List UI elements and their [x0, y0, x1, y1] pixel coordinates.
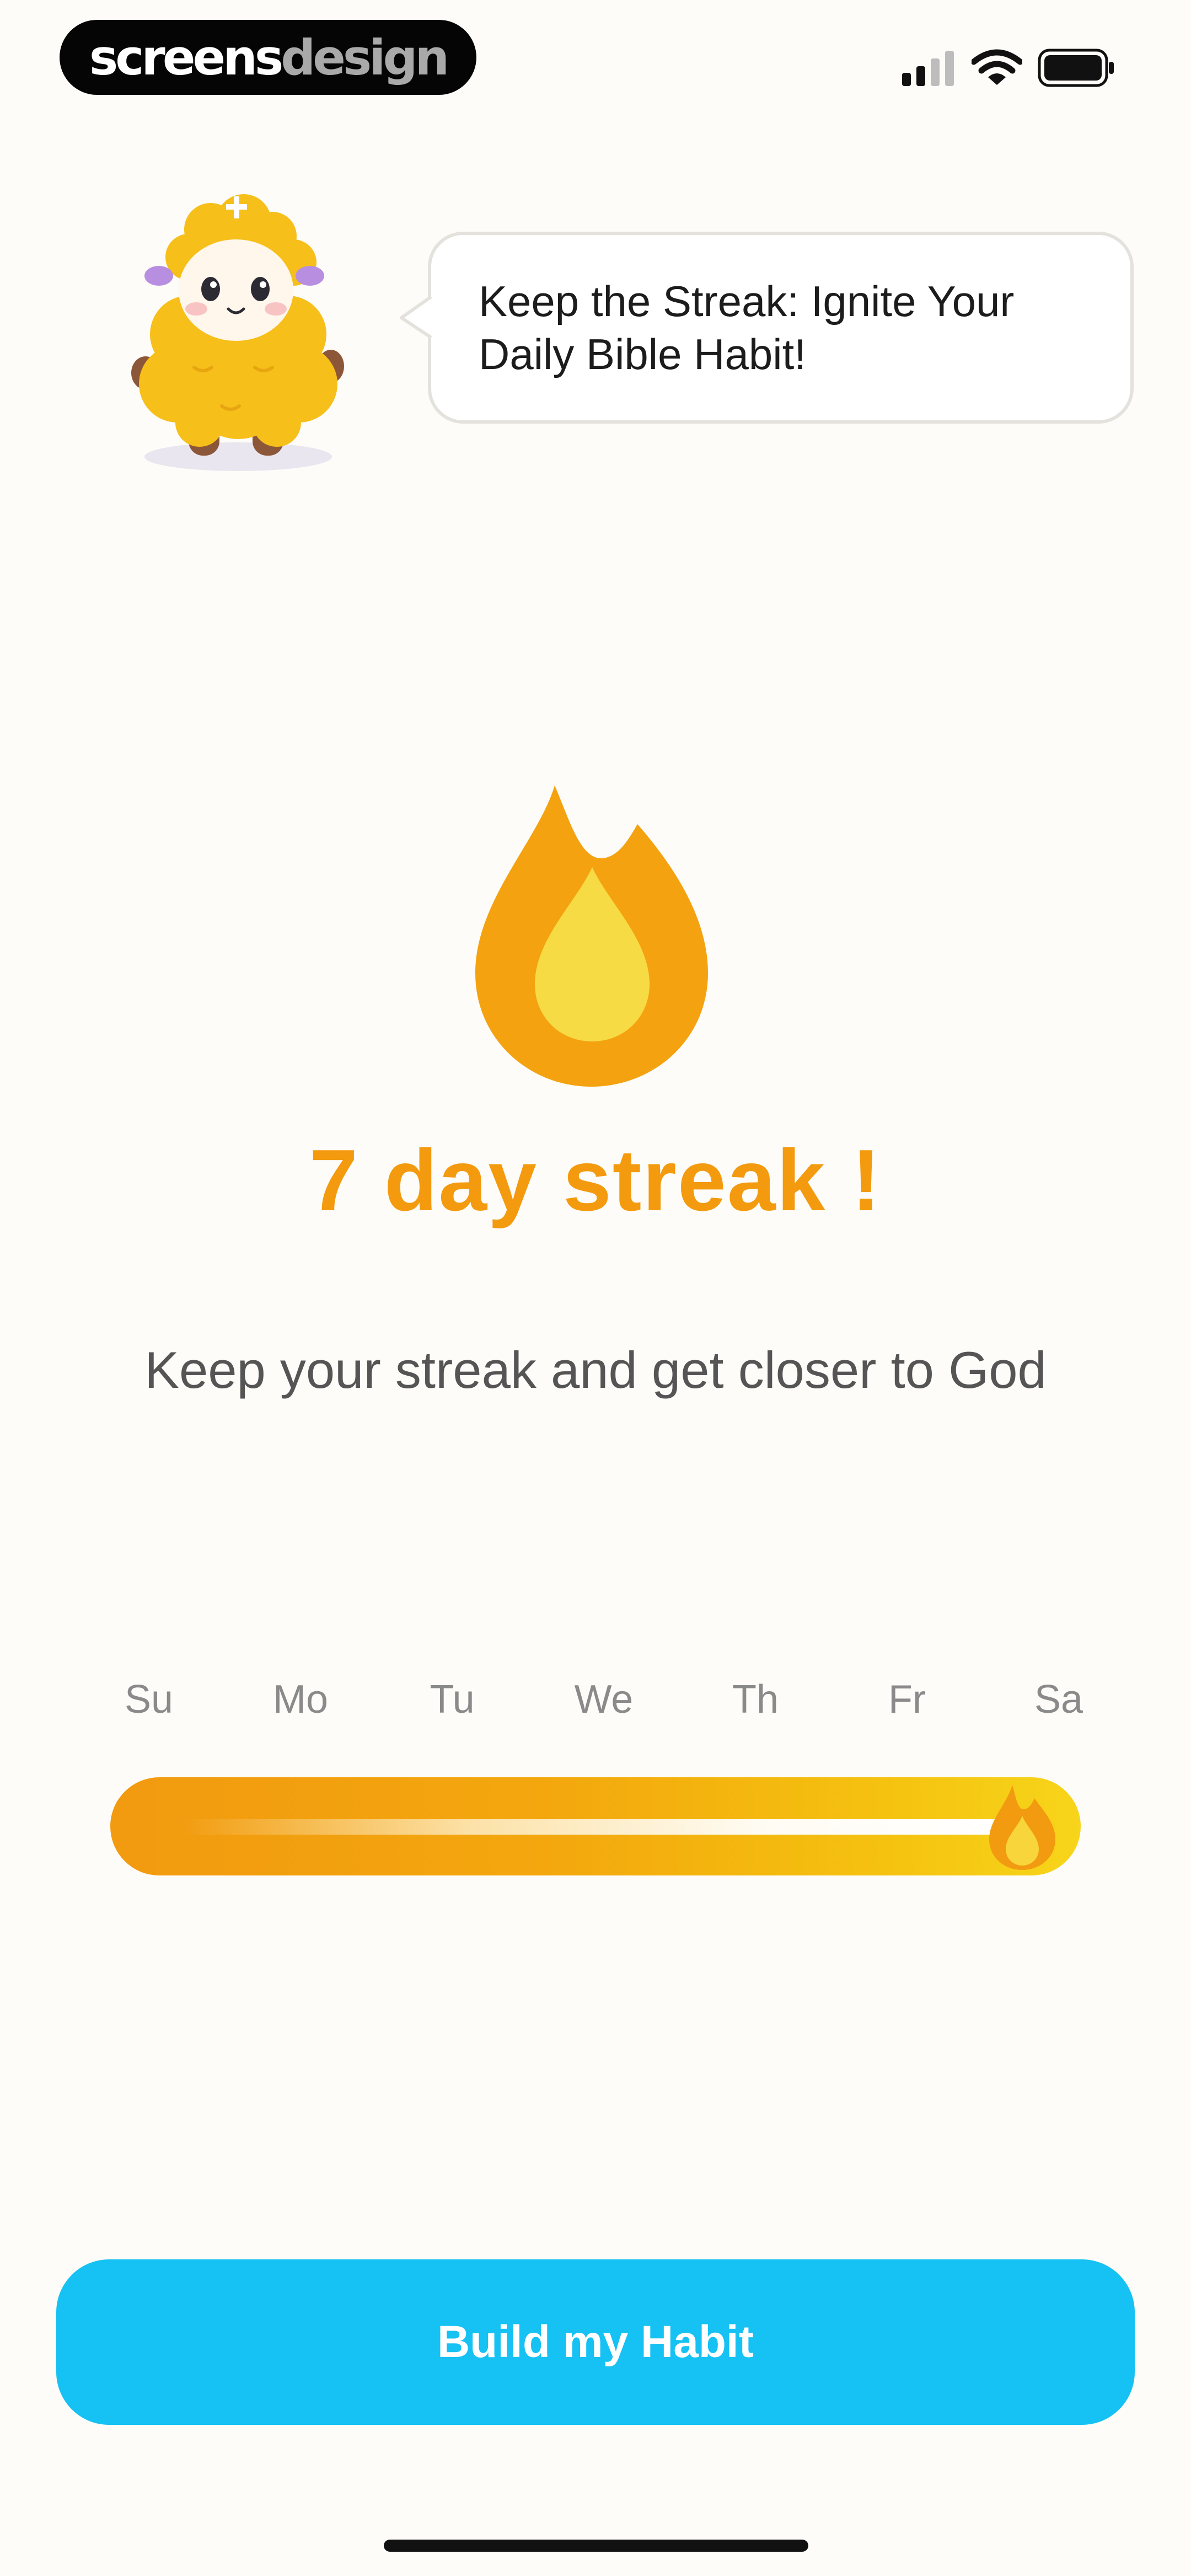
wifi-icon — [972, 49, 1022, 85]
home-indicator[interactable] — [384, 2540, 808, 2552]
day-label-su: Su — [124, 1677, 174, 1722]
build-my-habit-button[interactable]: Build my Habit — [56, 2259, 1135, 2425]
weekday-labels: Su Mo Tu We Th Fr Sa — [110, 1677, 1097, 1732]
speech-bubble-tail — [400, 295, 434, 340]
sheep-mascot-icon — [131, 194, 344, 471]
day-label-mo: Mo — [272, 1677, 329, 1722]
day-label-we: We — [574, 1677, 634, 1722]
day-label-th: Th — [732, 1677, 779, 1722]
day-label-tu: Tu — [430, 1677, 475, 1722]
progress-bar-shine — [182, 1819, 1009, 1835]
logo-text-part1: screens — [89, 29, 283, 86]
streak-title: 7 day streak ! — [309, 1132, 882, 1229]
logo-text-part2: design — [281, 29, 449, 86]
screensdesign-logo: screens design — [60, 20, 476, 95]
flame-icon — [475, 785, 708, 1087]
battery-icon — [1038, 49, 1114, 87]
cellular-signal-icon — [902, 51, 954, 86]
speech-bubble-text: Keep the Streak: Ignite Your Daily Bible… — [479, 277, 1015, 378]
day-label-fr: Fr — [888, 1677, 926, 1722]
progress-flame-icon — [989, 1785, 1055, 1870]
streak-subtitle: Keep your streak and get closer to God — [144, 1341, 1047, 1399]
day-label-sa: Sa — [1034, 1677, 1083, 1722]
